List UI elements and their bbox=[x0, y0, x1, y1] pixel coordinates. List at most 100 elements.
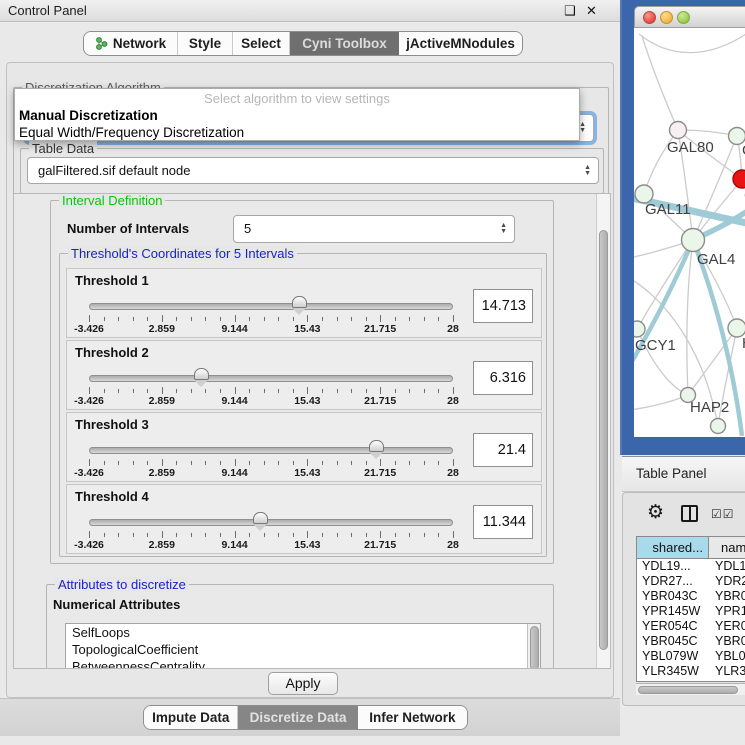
settings-scrollbar[interactable] bbox=[596, 194, 610, 668]
node-label-gal4: GAL4 bbox=[697, 251, 735, 268]
tab-label: Cyni Toolbox bbox=[302, 36, 387, 51]
apply-button[interactable]: Apply bbox=[268, 672, 338, 695]
float-window-icon[interactable]: ❑ bbox=[564, 3, 576, 19]
threshold-label: Threshold 2 bbox=[75, 345, 149, 360]
slider-scale-labels: -3.4262.8599.14415.4321.71528 bbox=[89, 395, 453, 407]
interval-definition-group: Interval Definition Number of Intervals … bbox=[50, 200, 554, 564]
cell-name: YBL0 bbox=[709, 649, 745, 664]
slider-thumb[interactable] bbox=[253, 512, 268, 524]
cell-shared-name: YBL079W bbox=[637, 649, 709, 664]
threshold-value-field[interactable]: 6.316 bbox=[473, 361, 533, 395]
minimize-traffic-light-icon[interactable] bbox=[660, 11, 673, 24]
tab-infer-network[interactable]: Infer Network bbox=[358, 706, 467, 729]
slider-thumb[interactable] bbox=[194, 368, 209, 380]
dropdown-hint: Select algorithm to view settings bbox=[19, 90, 575, 107]
threshold-value-field[interactable]: 14.713 bbox=[473, 289, 533, 323]
table-panel-body: ⚙ ☑☑ shared... name YDL19...YDL1YDR27...… bbox=[622, 492, 745, 706]
cell-name: YBR0 bbox=[709, 634, 745, 649]
slider-ticks bbox=[89, 531, 453, 539]
table-data-value: galFiltered.sif default node bbox=[38, 163, 190, 178]
slider-track[interactable] bbox=[89, 519, 453, 526]
tab-jactivemnodules[interactable]: jActiveMNodules bbox=[399, 32, 522, 55]
table-row[interactable]: YDL19...YDL1 bbox=[637, 559, 745, 574]
checkbox-icons[interactable]: ☑☑ bbox=[711, 507, 735, 521]
dropdown-option-manual[interactable]: Manual Discretization bbox=[19, 107, 575, 124]
table-panel-title: Table Panel bbox=[636, 466, 707, 481]
zoom-traffic-light-icon[interactable] bbox=[677, 11, 690, 24]
attribute-list-item[interactable]: TopologicalCoefficient bbox=[66, 641, 540, 658]
num-intervals-value: 5 bbox=[244, 221, 251, 236]
column-header-name[interactable]: name bbox=[709, 537, 745, 558]
node-gal4 bbox=[682, 229, 705, 252]
column-header-shared[interactable]: shared... bbox=[637, 537, 709, 558]
tab-discretize-data[interactable]: Discretize Data bbox=[238, 706, 357, 729]
network-canvas[interactable]: GAL80 G C GAL11 GAL4 GCY1 H HAP2 bbox=[634, 28, 745, 437]
table-row[interactable]: YIL052CYIL0 bbox=[637, 679, 745, 682]
tab-label: Style bbox=[189, 36, 221, 51]
table-row[interactable]: YDR27...YDR2 bbox=[637, 574, 745, 589]
tab-label: Network bbox=[113, 36, 166, 51]
slider-thumb[interactable] bbox=[292, 296, 307, 308]
table-data-combobox[interactable]: galFiltered.sif default node ▲▼ bbox=[27, 157, 599, 184]
node-bottom bbox=[711, 419, 726, 434]
cell-shared-name: YER054C bbox=[637, 619, 709, 634]
dropdown-option-equal-width[interactable]: Equal Width/Frequency Discretization bbox=[19, 124, 575, 141]
node-label-gal11: GAL11 bbox=[645, 201, 691, 218]
combo-arrows-icon: ▲▼ bbox=[579, 115, 586, 141]
threshold-value-field[interactable]: 21.4 bbox=[473, 433, 533, 467]
tab-cyni-toolbox[interactable]: Cyni Toolbox bbox=[290, 32, 399, 55]
threshold-value-field[interactable]: 11.344 bbox=[473, 505, 533, 539]
num-intervals-combobox[interactable]: 5 ▲▼ bbox=[233, 215, 515, 243]
slider-scale-labels: -3.4262.8599.14415.4321.71528 bbox=[89, 539, 453, 551]
node-label-gcy1: GCY1 bbox=[635, 337, 676, 354]
attributes-list-scrollbar[interactable] bbox=[527, 624, 540, 669]
node-red-selected bbox=[733, 170, 745, 188]
cell-name: YPR1 bbox=[709, 604, 745, 619]
threshold-label: Threshold 1 bbox=[75, 273, 149, 288]
slider-ticks bbox=[89, 387, 453, 395]
tab-label: Infer Network bbox=[369, 710, 455, 725]
table-row[interactable]: YBL079WYBL0 bbox=[637, 649, 745, 664]
slider-track[interactable] bbox=[89, 303, 453, 310]
algorithm-dropdown-popup: Select algorithm to view settings Manual… bbox=[14, 88, 580, 141]
table-header-row: shared... name bbox=[637, 537, 745, 559]
table-row[interactable]: YBR045CYBR0 bbox=[637, 634, 745, 649]
network-view-window: GAL80 G C GAL11 GAL4 GCY1 H HAP2 bbox=[620, 0, 745, 455]
thresholds-group: Threshold's Coordinates for 5 Intervals … bbox=[59, 253, 547, 557]
panel-title: Control Panel bbox=[8, 3, 87, 18]
close-traffic-light-icon[interactable] bbox=[643, 11, 656, 24]
network-window-titlebar bbox=[634, 6, 745, 28]
slider-track[interactable] bbox=[89, 447, 453, 454]
bottom-tab-bar: Impute DataDiscretize Data Infer Network bbox=[143, 705, 468, 730]
threshold-label: Threshold 3 bbox=[75, 417, 149, 432]
table-row[interactable]: YLR345WYLR3 bbox=[637, 664, 745, 679]
tab-impute-data[interactable]: Impute Data bbox=[144, 706, 238, 729]
tab-network[interactable]: Network bbox=[84, 32, 178, 55]
threshold-box: Threshold 2 -3.4262.8599.14415.4321.71528… bbox=[66, 340, 542, 410]
table-row[interactable]: YPR145WYPR1 bbox=[637, 604, 745, 619]
group-title: Threshold's Coordinates for 5 Intervals bbox=[68, 246, 297, 261]
table-row[interactable]: YBR043CYBR0 bbox=[637, 589, 745, 604]
cyni-toolbox-panel: Discretization Algorithm ▲▼ Table Data g… bbox=[6, 62, 614, 698]
threshold-label: Threshold 4 bbox=[75, 489, 149, 504]
group-title: Interval Definition bbox=[59, 193, 165, 208]
cell-name: YER0 bbox=[709, 619, 745, 634]
columns-icon[interactable] bbox=[681, 505, 698, 522]
horizontal-scrollbar[interactable] bbox=[636, 683, 745, 695]
group-title: Attributes to discretize bbox=[55, 577, 189, 592]
control-panel: Control Panel ❑ ✕ Network Style Select Cyni… bbox=[0, 0, 620, 745]
node-gal80 bbox=[670, 122, 687, 139]
num-intervals-label: Number of Intervals bbox=[67, 221, 189, 236]
slider-track[interactable] bbox=[89, 375, 453, 382]
slider-thumb[interactable] bbox=[369, 440, 384, 452]
attribute-list-item[interactable]: SelfLoops bbox=[66, 624, 540, 641]
table-row[interactable]: YER054CYER0 bbox=[637, 619, 745, 634]
attribute-list-item[interactable]: BetweennessCentrality bbox=[66, 658, 540, 669]
node-table[interactable]: shared... name YDL19...YDL1YDR27...YDR2Y… bbox=[636, 536, 745, 682]
table-panel-header: Table Panel bbox=[622, 456, 745, 492]
tab-style[interactable]: Style bbox=[178, 32, 233, 55]
tab-select[interactable]: Select bbox=[233, 32, 290, 55]
attributes-list[interactable]: SelfLoopsTopologicalCoefficientBetweenne… bbox=[65, 623, 541, 669]
gear-icon[interactable]: ⚙ bbox=[647, 501, 664, 524]
close-icon[interactable]: ✕ bbox=[586, 3, 597, 19]
